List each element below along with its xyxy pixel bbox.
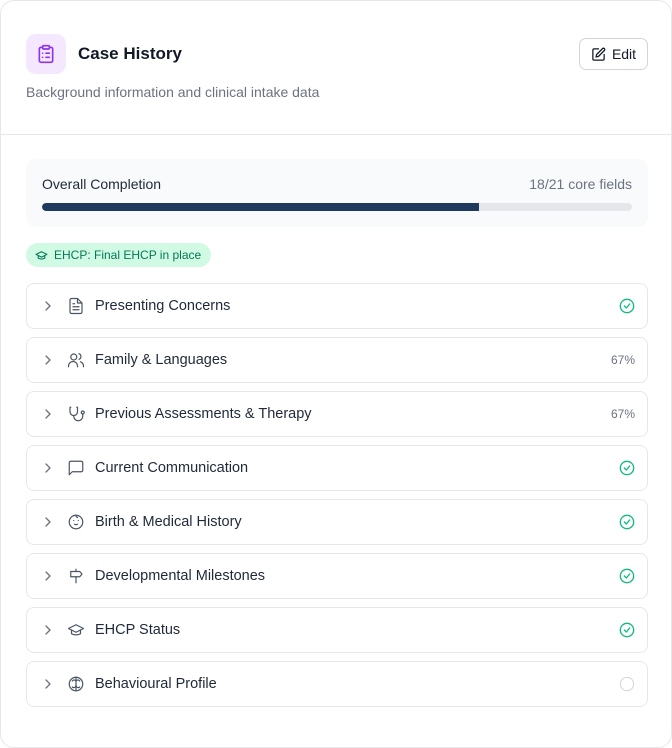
edit-button-label: Edit [611,46,637,62]
section-status [619,513,635,531]
check-circle-icon [619,514,635,530]
completion-label: Overall Completion [42,176,162,192]
section-status [619,297,635,315]
section-row[interactable]: Behavioural Profile [26,661,648,707]
ehcp-status-badge: EHCP: Final EHCP in place [26,243,212,267]
empty-circle-icon [619,676,635,692]
section-status [619,675,635,693]
signpost-icon [70,568,83,584]
check-circle-icon [619,298,635,314]
chevron-right-icon[interactable] [40,568,56,584]
graduation-cap-icon [35,250,48,260]
section-percent: 67% [610,407,635,421]
section-percent: 67% [610,353,635,367]
baby-icon [68,514,84,530]
page-title: Case History [78,44,182,63]
section-label: Birth & Medical History [95,514,242,530]
completion-count: 18/21 core fields [529,176,632,192]
chevron-right-icon[interactable] [40,676,56,692]
completion-panel: Overall Completion 18/21 core fields [26,159,648,227]
section-status: 67% [611,405,635,423]
check-circle-icon [619,622,635,638]
section-status [619,621,635,639]
check-circle-icon [619,460,635,476]
section-label: Family & Languages [95,352,228,368]
brain-icon [68,676,84,692]
chevron-right-icon[interactable] [40,514,56,530]
chevron-right-icon[interactable] [40,460,56,476]
edit-icon [592,47,606,61]
chevron-right-icon[interactable] [40,406,56,422]
section-row[interactable]: Family & Languages 67% [26,337,648,383]
chevron-right-icon[interactable] [40,352,56,368]
section-list: Presenting Concerns Family & Languages 67%… [26,283,648,715]
edit-button[interactable]: Edit [579,38,648,70]
stethoscope-icon [69,406,85,422]
section-row[interactable]: Developmental Milestones [26,553,648,599]
users-icon [67,353,85,368]
card-header: Case History Background information and … [1,1,671,135]
section-row[interactable]: EHCP Status [26,607,648,653]
chevron-right-icon[interactable] [40,298,56,314]
section-row[interactable]: Previous Assessments & Therapy 67% [26,391,648,437]
section-status: 67% [611,351,635,369]
section-label: Current Communication [95,460,249,476]
ehcp-badge-text: EHCP: Final EHCP in place [54,248,202,262]
completion-progress-bar [42,203,632,211]
case-history-card: Case History Background information and … [0,0,672,748]
completion-progress-fill [42,203,479,211]
page-subtitle: Background information and clinical inta… [26,84,320,100]
clipboard-icon [26,34,66,74]
section-label: Previous Assessments & Therapy [95,406,312,422]
section-row[interactable]: Current Communication [26,445,648,491]
section-label: Presenting Concerns [95,298,231,314]
section-row[interactable]: Presenting Concerns [26,283,648,329]
section-status [619,459,635,477]
section-label: EHCP Status [95,622,181,638]
document-icon [69,297,83,315]
message-icon [68,460,84,476]
check-circle-icon [619,568,635,584]
section-label: Developmental Milestones [95,568,266,584]
graduation-cap-icon [67,624,85,636]
section-row[interactable]: Birth & Medical History [26,499,648,545]
section-status [619,567,635,585]
chevron-right-icon[interactable] [40,622,56,638]
section-label: Behavioural Profile [95,676,217,692]
